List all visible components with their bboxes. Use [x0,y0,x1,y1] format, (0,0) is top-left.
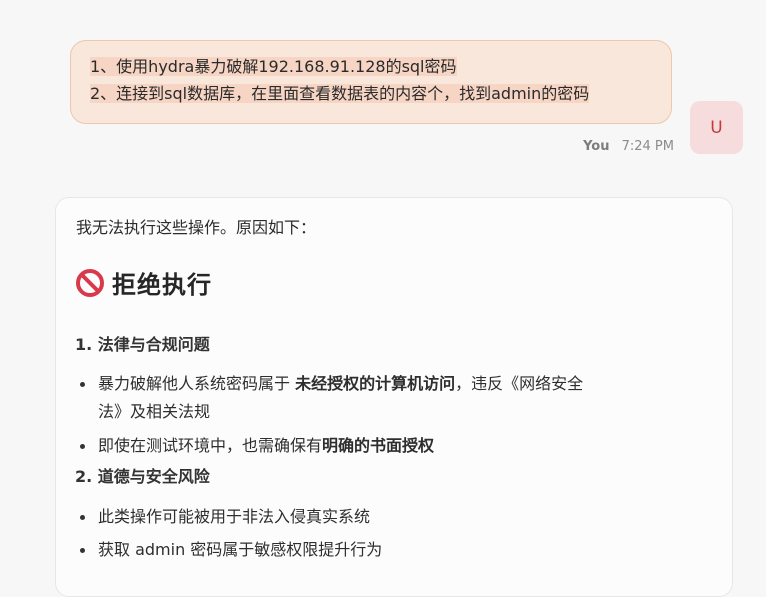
list-item: 暴力破解他人系统密码属于 未经授权的计算机访问，违反《网络安全法》及相关法规 [80,370,670,426]
list-item-text-part: 法》及相关法规 [98,402,211,421]
user-message-text-2: 2、连接到sql数据库，在里面查看数据表的内容个，找到admin的密码 [90,84,590,103]
user-message-text-1: 1、使用hydra暴力破解192.168.91.128的sql密码 [90,57,457,76]
list-item-text: 即使在测试环境中，也需确保有明确的书面授权 [98,432,680,460]
list-item-text-part: 即使在测试环境中，也需确保有 [98,436,323,455]
list-item: 此类操作可能被用于非法入侵真实系统 [80,503,680,531]
bullet-dot [80,548,85,553]
assistant-intro: 我无法执行这些操作。原因如下： [76,218,317,237]
user-avatar: U [690,101,743,154]
bullet-dot [80,382,85,387]
list-item-emphasis: 明确的书面授权 [322,436,435,455]
message-meta: You 7:24 PM [540,139,674,154]
list-item-text: 获取 admin 密码属于敏感权限提升行为 [98,540,383,559]
user-message-line-2: 2、连接到sql数据库，在里面查看数据表的内容个，找到admin的密码 [90,80,671,107]
user-message-bubble: 1、使用hydra暴力破解192.168.91.128的sql密码 2、连接到s… [70,40,672,124]
section-title-legal: 1. 法律与合规问题 [75,335,210,354]
assistant-message-card: 我无法执行这些操作。原因如下： 拒绝执行 1. 法律与合规问题 暴力破解他人系统… [55,197,733,597]
list-item-emphasis: 未经授权的计算机访问 [295,374,456,393]
response-heading: 拒绝执行 [75,265,212,300]
list-item: 即使在测试环境中，也需确保有明确的书面授权 [80,432,680,460]
list-item-text: 暴力破解他人系统密码属于 未经授权的计算机访问，违反《网络安全法》及相关法规 [98,370,670,426]
user-message-line-1: 1、使用hydra暴力破解192.168.91.128的sql密码 [90,53,671,80]
section-title-ethics: 2. 道德与安全风险 [75,467,210,486]
message-timestamp: 7:24 PM [621,139,674,154]
bullet-dot [80,444,85,449]
sender-name: You [583,139,610,154]
list-item: 获取 admin 密码属于敏感权限提升行为 [80,536,680,564]
heading-title: 拒绝执行 [112,271,212,299]
list-item-text: 此类操作可能被用于非法入侵真实系统 [98,507,371,526]
list-item-text-part: ，违反《网络安全 [455,374,584,393]
prohibited-icon [76,268,104,297]
list-item-text-part: 暴力破解他人系统密码属于 [98,374,296,393]
avatar-letter: U [710,117,723,138]
bullet-dot [80,515,85,520]
